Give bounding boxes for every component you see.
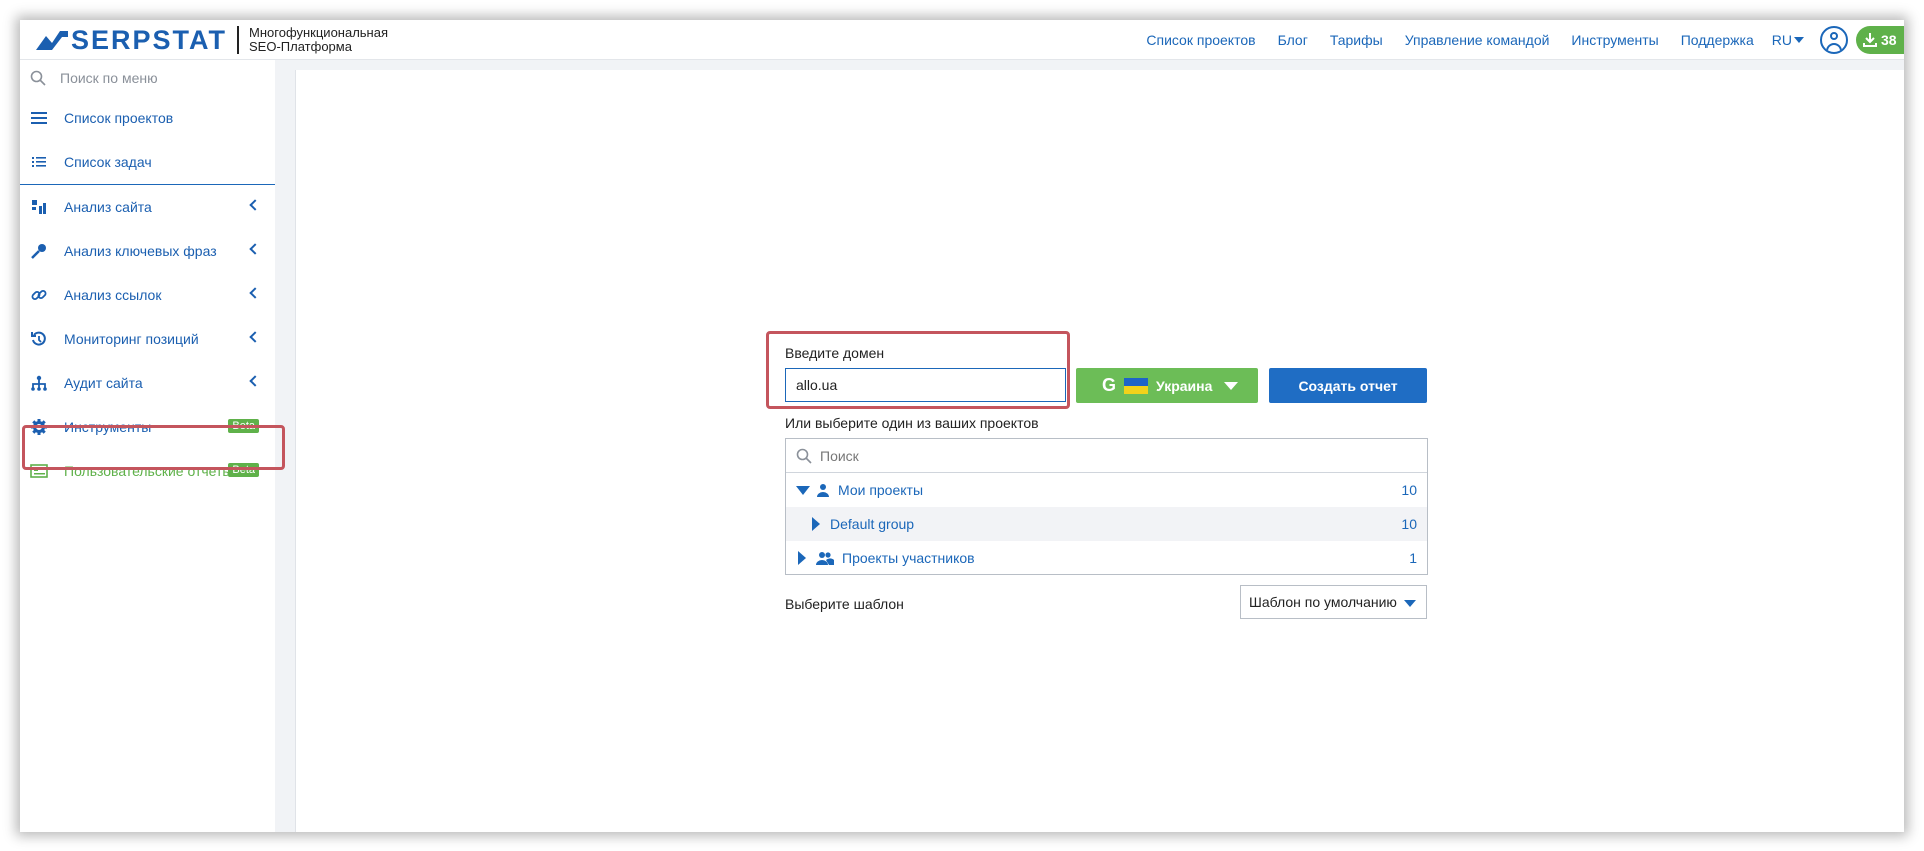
menu-search[interactable]: Поиск по меню bbox=[20, 60, 275, 96]
app-window: SERPSTAT Многофункциональная SEO-Платфор… bbox=[20, 20, 1904, 832]
sidebar-item-link-analysis[interactable]: Анализ ссылок bbox=[20, 273, 275, 317]
tree-row-count: 10 bbox=[1401, 482, 1417, 498]
projects-search-input[interactable]: Поиск bbox=[786, 439, 1427, 473]
search-engine-region-dropdown[interactable]: G Украина bbox=[1076, 368, 1258, 403]
sidebar-item-label: Анализ ключевых фраз bbox=[64, 243, 217, 259]
sidebar-item-label: Анализ ссылок bbox=[64, 287, 162, 303]
tree-row-label: Default group bbox=[830, 516, 915, 532]
template-selected-value: Шаблон по умолчанию bbox=[1249, 594, 1397, 610]
brand-name: SERPSTAT bbox=[71, 24, 228, 55]
chevron-down-icon bbox=[1794, 37, 1804, 43]
sidebar-item-label: Список задач bbox=[64, 154, 152, 170]
chevron-down-icon bbox=[1404, 600, 1416, 607]
template-label: Выберите шаблон bbox=[785, 596, 904, 612]
sidebar-item-label: Список проектов bbox=[64, 110, 174, 126]
link-icon bbox=[30, 286, 48, 304]
task-list-icon bbox=[30, 153, 48, 171]
tree-row-count: 10 bbox=[1401, 516, 1417, 532]
nav-team-management[interactable]: Управление командой bbox=[1405, 32, 1550, 48]
credits-count: 38 bbox=[1881, 32, 1897, 48]
choose-project-label: Или выберите один из ваших проектов bbox=[785, 415, 1039, 431]
nav-blog[interactable]: Блог bbox=[1278, 32, 1308, 48]
sidebar-item-site-audit[interactable]: Аудит сайта bbox=[20, 361, 275, 405]
chevron-left-icon bbox=[249, 375, 261, 387]
caret-right-icon[interactable] bbox=[812, 517, 820, 531]
tree-row-label: Проекты участников bbox=[842, 550, 975, 566]
caret-right-icon[interactable] bbox=[798, 551, 806, 565]
sidebar-item-projects-list[interactable]: Список проектов bbox=[20, 96, 275, 140]
site-analysis-icon bbox=[30, 198, 48, 216]
tagline-line1: Многофункциональная bbox=[249, 25, 389, 40]
nav-projects-list[interactable]: Список проектов bbox=[1146, 32, 1255, 48]
projects-tree: Поиск Мои проекты 10 Default group 10 Пр… bbox=[785, 438, 1428, 575]
highlight-box-domain bbox=[766, 331, 1070, 409]
tagline-line2: SEO-Платформа bbox=[249, 39, 352, 54]
create-report-button[interactable]: Создать отчет bbox=[1269, 368, 1427, 403]
sidebar-item-rank-tracking[interactable]: Мониторинг позиций bbox=[20, 317, 275, 361]
language-selector[interactable]: RU bbox=[1772, 32, 1804, 48]
highlight-box-sidebar bbox=[22, 425, 285, 470]
logo-mark-icon bbox=[36, 31, 68, 50]
region-label: Украина bbox=[1156, 377, 1213, 394]
tree-row-label: Мои проекты bbox=[838, 482, 924, 498]
users-icon bbox=[816, 552, 834, 565]
user-avatar-icon[interactable] bbox=[1820, 26, 1848, 54]
language-code: RU bbox=[1771, 32, 1792, 48]
google-icon: G bbox=[1102, 375, 1117, 395]
key-icon bbox=[30, 242, 48, 260]
menu-lines-icon bbox=[30, 109, 48, 127]
main-area: Введите домен allo.ua G Украина Создать … bbox=[285, 60, 1904, 832]
download-icon bbox=[1863, 33, 1877, 47]
sitemap-icon bbox=[30, 374, 48, 392]
sidebar-item-task-list[interactable]: Список задач bbox=[20, 140, 275, 184]
history-icon bbox=[30, 330, 48, 348]
user-icon bbox=[817, 484, 829, 497]
tree-row-default-group[interactable]: Default group 10 bbox=[786, 507, 1427, 541]
chevron-left-icon bbox=[249, 199, 261, 211]
credits-button[interactable]: 38 bbox=[1856, 26, 1904, 54]
caret-down-icon[interactable] bbox=[796, 485, 810, 495]
tree-row-member-projects[interactable]: Проекты участников 1 bbox=[786, 541, 1427, 575]
menu-search-placeholder: Поиск по меню bbox=[60, 70, 158, 86]
serpstat-logo[interactable]: SERPSTAT Многофункциональная SEO-Платфор… bbox=[36, 24, 388, 55]
ukraine-flag-icon bbox=[1124, 377, 1149, 394]
projects-search-placeholder: Поиск bbox=[820, 447, 859, 464]
search-icon bbox=[30, 70, 46, 86]
template-select[interactable]: Шаблон по умолчанию bbox=[1240, 585, 1427, 619]
logo-divider bbox=[237, 26, 240, 54]
nav-tools[interactable]: Инструменты bbox=[1571, 32, 1658, 48]
chevron-left-icon bbox=[249, 331, 261, 343]
sidebar-item-site-analysis[interactable]: Анализ сайта bbox=[20, 185, 275, 229]
chevron-left-icon bbox=[249, 243, 261, 255]
sidebar-item-label: Аудит сайта bbox=[64, 375, 143, 391]
search-icon bbox=[796, 448, 812, 464]
sidebar-item-keyword-analysis[interactable]: Анализ ключевых фраз bbox=[20, 229, 275, 273]
brand-tagline: Многофункциональная SEO-Платформа bbox=[249, 26, 388, 54]
sidebar-item-label: Мониторинг позиций bbox=[64, 331, 199, 347]
top-nav: Список проектов Блог Тарифы Управление к… bbox=[1124, 20, 1904, 60]
report-form: Введите домен allo.ua G Украина Создать … bbox=[766, 331, 1440, 619]
chevron-down-icon bbox=[1224, 381, 1239, 390]
nav-support[interactable]: Поддержка bbox=[1681, 32, 1754, 48]
nav-pricing[interactable]: Тарифы bbox=[1330, 32, 1383, 48]
sidebar-item-label: Анализ сайта bbox=[64, 199, 152, 215]
tree-row-my-projects[interactable]: Мои проекты 10 bbox=[786, 473, 1427, 507]
top-bar: SERPSTAT Многофункциональная SEO-Платфор… bbox=[20, 20, 1904, 60]
tree-row-count: 1 bbox=[1409, 550, 1417, 566]
main-content: Введите домен allo.ua G Украина Создать … bbox=[295, 70, 1904, 832]
chevron-left-icon bbox=[249, 287, 261, 299]
